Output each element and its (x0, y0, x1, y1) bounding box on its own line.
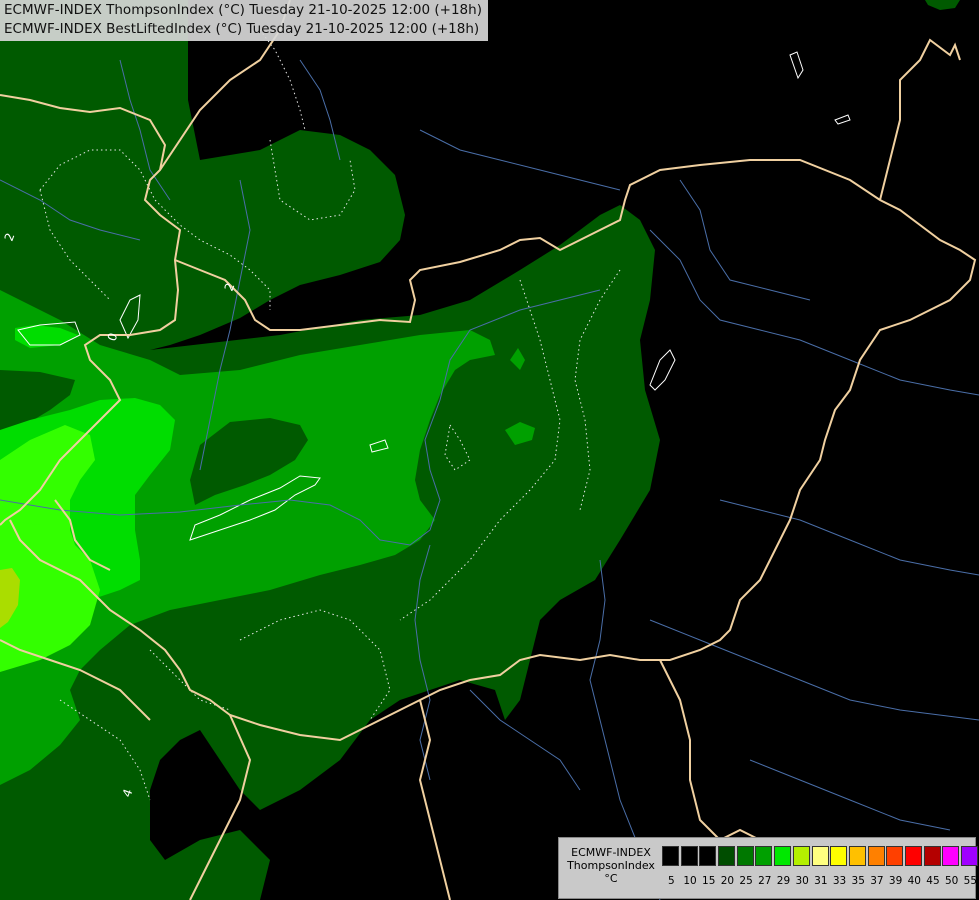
map-title: ECMWF-INDEX ThompsonIndex (°C) Tuesday 2… (0, 0, 488, 41)
legend-swatch (755, 846, 773, 866)
legend-tick-label: 40 (907, 875, 921, 887)
legend-swatch (811, 846, 829, 866)
legend-tick-label: 33 (832, 875, 847, 887)
legend-unit: °C (604, 872, 618, 885)
legend-swatches (662, 846, 979, 866)
legend-swatch (942, 846, 960, 866)
title-line-lifted: ECMWF-INDEX BestLiftedIndex (°C) Tuesday… (4, 21, 480, 37)
legend-swatch (961, 846, 978, 866)
legend-swatch (662, 846, 679, 866)
legend-swatch (774, 846, 792, 866)
legend-swatch (792, 846, 810, 866)
legend-tick-label: 25 (739, 875, 753, 887)
legend-tick-label: 39 (888, 875, 903, 887)
legend-tick-label: 29 (776, 875, 791, 887)
legend-swatch (680, 846, 698, 866)
legend-tick-label: 5 (668, 875, 675, 887)
legend-tick-label: 31 (814, 875, 828, 887)
title-line-thompson: ECMWF-INDEX ThompsonIndex (°C) Tuesday 2… (4, 2, 482, 18)
legend-swatch (867, 846, 885, 866)
legend-source: ECMWF-INDEX (571, 846, 651, 859)
legend-swatch (718, 846, 736, 866)
legend-tick-label: 20 (720, 875, 735, 887)
weather-map: 2 2 0 4 (0, 0, 979, 900)
legend-ticks: 51015202527293031333537394045505560 (662, 875, 979, 887)
legend-tick-label: 50 (944, 875, 959, 887)
color-legend: ECMWF-INDEX ThompsonIndex °C 5 10 15 20 25 27… (558, 837, 979, 899)
legend-swatch (848, 846, 866, 866)
legend-tick-label: 27 (758, 875, 772, 887)
legend-tick-label: 35 (851, 875, 865, 887)
legend-swatch (736, 846, 754, 866)
legend-swatch (904, 846, 922, 866)
legend-tick-label: 37 (870, 875, 884, 887)
legend-tick-label: 55 (963, 875, 978, 887)
legend-tick-label: 15 (702, 875, 716, 887)
legend-swatch (699, 846, 717, 866)
legend-label: ECMWF-INDEX ThompsonIndex °C (561, 846, 661, 885)
legend-swatch (886, 846, 904, 866)
legend-tick-label: 10 (683, 875, 697, 887)
legend-swatch (923, 846, 941, 866)
legend-parameter: ThompsonIndex (567, 859, 655, 872)
legend-tick-label: 45 (926, 875, 940, 887)
legend-tick-label: 30 (795, 875, 809, 887)
legend-swatch (830, 846, 848, 866)
